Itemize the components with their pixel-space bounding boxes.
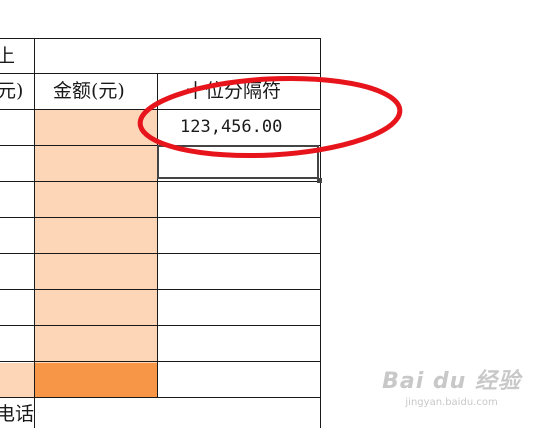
grid-hline-8 (0, 325, 321, 326)
grid-hline-2 (0, 109, 321, 110)
grid-hline-5 (0, 217, 321, 218)
col-a-header: 元) (0, 80, 24, 102)
watermark-brand: Bai du 经验 (382, 369, 521, 394)
footer-label: 电话 (0, 403, 35, 425)
amount-column-header[interactable]: 金额(元) (53, 82, 125, 101)
fill-handle[interactable] (317, 178, 322, 183)
watermark-url: jingyan.baidu.com (405, 397, 498, 408)
grid-hline-10 (0, 397, 321, 398)
left-partial-total-fill (0, 363, 35, 397)
grid-hline-7 (0, 289, 321, 290)
grid-vline-c (320, 38, 321, 428)
grid-hline-9 (0, 361, 321, 362)
grid-vline-b (157, 73, 158, 397)
amount-total-cell (35, 363, 158, 397)
sample-value-cell[interactable]: 123,456.00 (180, 119, 282, 136)
grid-hline-4 (0, 181, 321, 182)
grid-hline-0 (0, 38, 321, 39)
grid-hline-6 (0, 253, 321, 254)
spreadsheet-area: 上 元) 金额(元) 十位分隔符 123,456.00 电话 Bai du 经验… (0, 0, 549, 428)
thousands-separator-header[interactable]: 十位分隔符 (186, 82, 281, 101)
watermark: Bai du 经验 jingyan.baidu.com (382, 363, 521, 408)
selected-cell[interactable] (157, 145, 319, 179)
grid-vline-a (34, 38, 35, 428)
grid-hline-1 (0, 73, 321, 74)
header-row-label: 上 (0, 45, 16, 67)
